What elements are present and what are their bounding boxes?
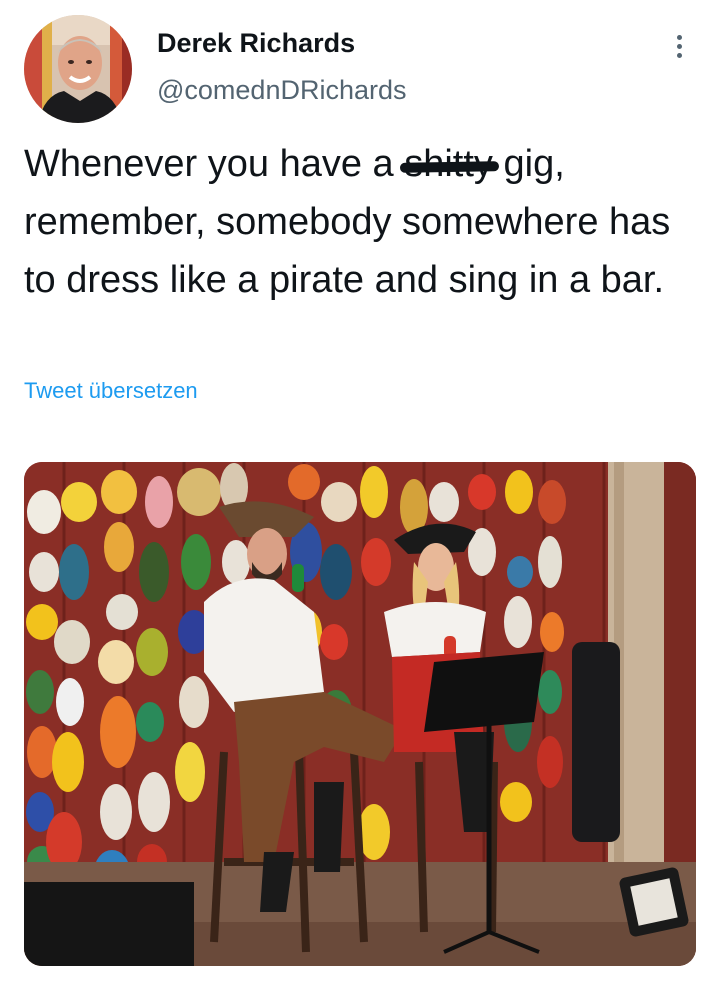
tweet-photo[interactable]: [24, 462, 696, 966]
author-display-name[interactable]: Derek Richards: [157, 28, 355, 59]
author-handle[interactable]: @comednDRichards: [157, 75, 407, 106]
struck-word: shitty: [404, 135, 493, 193]
more-options-button[interactable]: [664, 28, 696, 64]
author-avatar[interactable]: [24, 15, 132, 123]
tweet-text-before: Whenever you have a: [24, 143, 405, 185]
translate-tweet-link[interactable]: Tweet übersetzen: [24, 378, 198, 404]
person-avatar-icon: [24, 15, 132, 123]
pirate-performers-photo: [24, 462, 696, 966]
tweet-text: Whenever you have a shitty gig, remember…: [24, 135, 704, 309]
